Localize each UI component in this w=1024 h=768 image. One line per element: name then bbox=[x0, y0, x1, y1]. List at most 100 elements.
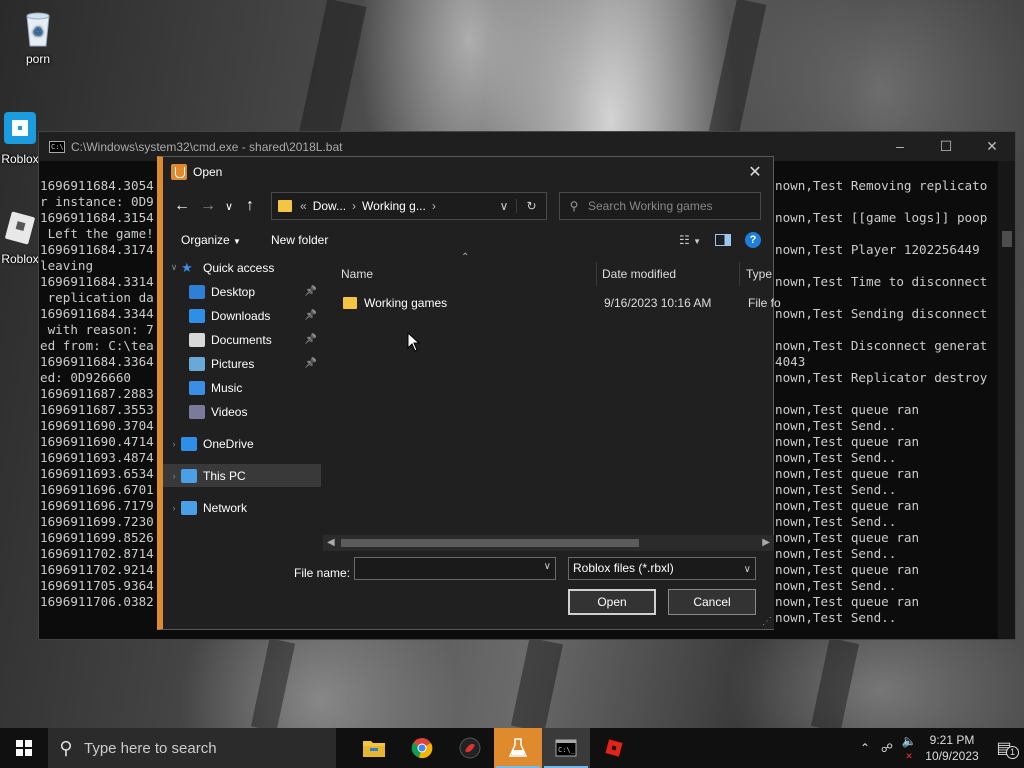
up-arrow-icon[interactable]: ↑ bbox=[237, 197, 263, 215]
expand-chevron-icon[interactable]: › bbox=[167, 471, 181, 481]
scroll-left-icon[interactable]: ◀ bbox=[327, 535, 335, 551]
app-s-icon[interactable] bbox=[446, 728, 494, 768]
scrollbar-thumb[interactable] bbox=[1002, 231, 1012, 247]
console-line: nown,Test Time to disconnect bbox=[775, 274, 988, 289]
console-line: 1696911696.6701 bbox=[40, 482, 154, 497]
minimize-button[interactable]: – bbox=[877, 138, 923, 155]
search-icon: ⚲ bbox=[59, 737, 73, 758]
search-box[interactable]: ⚲ Search Working games bbox=[559, 192, 761, 220]
overflow-chevron[interactable]: « bbox=[300, 199, 307, 213]
column-header-date[interactable]: Date modified bbox=[602, 256, 676, 292]
cmd-icon[interactable]: C:\_ bbox=[542, 728, 590, 768]
recent-locations-chevron-icon[interactable]: ∨ bbox=[221, 200, 237, 213]
cancel-button[interactable]: Cancel bbox=[668, 589, 756, 615]
nav-item-downloads[interactable]: Downloads 📌 bbox=[163, 304, 321, 327]
column-header-type[interactable]: Type bbox=[746, 256, 772, 292]
show-hidden-icons-chevron-icon[interactable]: ⌃ bbox=[854, 741, 876, 755]
column-separator[interactable] bbox=[596, 262, 597, 286]
notification-center-button[interactable]: ▤ 1 bbox=[984, 738, 1024, 759]
nav-item-quick-access[interactable]: ∨ ★ Quick access bbox=[163, 256, 321, 279]
dialog-close-button[interactable]: ✕ bbox=[737, 162, 773, 182]
nav-item-videos[interactable]: Videos bbox=[163, 400, 321, 423]
volume-muted-icon[interactable]: 🔈✕ bbox=[898, 734, 920, 762]
new-folder-button[interactable]: New folder bbox=[271, 233, 328, 247]
recycle-bin-icon: ♻ bbox=[18, 8, 58, 48]
console-line: 1696911684.3344 bbox=[40, 306, 154, 321]
roblox-studio-icon[interactable] bbox=[494, 728, 542, 768]
nav-item-onedrive[interactable]: › OneDrive bbox=[163, 432, 321, 455]
preview-pane-icon[interactable] bbox=[715, 234, 731, 246]
scroll-right-icon[interactable]: ▶ bbox=[762, 535, 770, 551]
file-explorer-icon[interactable] bbox=[350, 728, 398, 768]
expand-chevron-icon[interactable]: › bbox=[167, 503, 181, 513]
resize-grip-icon[interactable]: ⋰ bbox=[762, 616, 772, 627]
scrollbar-thumb[interactable] bbox=[341, 539, 639, 547]
nav-item-music[interactable]: Music bbox=[163, 376, 321, 399]
open-dialog[interactable]: Open ✕ ← → ∨ ↑ « Dow... › Working g... ›… bbox=[157, 156, 781, 630]
windows-logo-icon bbox=[16, 740, 32, 756]
expand-chevron-icon[interactable]: ∨ bbox=[167, 262, 181, 273]
file-name: Working games bbox=[364, 296, 448, 310]
folder-icon bbox=[343, 297, 357, 309]
help-icon[interactable]: ? bbox=[745, 232, 761, 248]
nav-item-label: Desktop bbox=[211, 284, 256, 299]
roblox-icon[interactable] bbox=[590, 728, 638, 768]
pin-icon: 📌 bbox=[304, 358, 317, 369]
nav-item-documents[interactable]: Documents 📌 bbox=[163, 328, 321, 351]
console-line: with reason: 7 bbox=[40, 322, 154, 337]
chevron-down-icon[interactable]: ∨ bbox=[544, 561, 551, 572]
network-icon[interactable]: ☍ bbox=[876, 741, 898, 755]
console-line: 1696911706.0382 bbox=[40, 594, 154, 609]
nav-item-label: Documents bbox=[211, 332, 272, 347]
nav-item-pictures[interactable]: Pictures 📌 bbox=[163, 352, 321, 375]
forward-arrow-icon[interactable]: → bbox=[195, 197, 221, 215]
chrome-icon[interactable] bbox=[398, 728, 446, 768]
nav-item-label: Downloads bbox=[211, 308, 271, 323]
dialog-titlebar[interactable]: Open ✕ bbox=[163, 157, 773, 187]
open-button[interactable]: Open bbox=[568, 589, 656, 615]
file-type-filter[interactable]: Roblox files (*.rbxl) ∨ bbox=[568, 557, 756, 580]
refresh-icon[interactable]: ↻ bbox=[516, 199, 546, 213]
column-separator[interactable] bbox=[739, 262, 740, 286]
nav-item-label: Pictures bbox=[211, 356, 255, 371]
notification-count: 1 bbox=[1006, 746, 1019, 759]
console-line: nown,Test Send.. bbox=[775, 546, 897, 561]
dialog-footer: File name: ∨ Roblox files (*.rbxl) ∨ Ope… bbox=[163, 551, 774, 629]
horizontal-scrollbar[interactable]: ◀ ▶ bbox=[323, 535, 774, 551]
file-date: 9/16/2023 10:16 AM bbox=[604, 296, 712, 310]
breadcrumb-working-games[interactable]: Working g... bbox=[362, 199, 426, 213]
maximize-button[interactable]: ☐ bbox=[923, 138, 969, 155]
download-icon bbox=[189, 308, 205, 323]
console-line: nown,Test Removing replicato bbox=[775, 178, 988, 193]
cmd-scrollbar[interactable] bbox=[998, 161, 1015, 639]
nav-item-this-pc[interactable]: › This PC bbox=[163, 464, 321, 487]
chevron-down-icon: ▼ bbox=[233, 237, 241, 246]
expand-chevron-icon[interactable]: › bbox=[167, 439, 181, 449]
address-dropdown-icon[interactable]: ∨ bbox=[492, 199, 516, 213]
console-line: nown,Test Sending disconnect bbox=[775, 306, 988, 321]
nav-item-network[interactable]: › Network bbox=[163, 496, 321, 519]
file-name-input[interactable]: ∨ bbox=[354, 557, 556, 580]
console-line: 1696911690.4714 bbox=[40, 434, 154, 449]
organize-button[interactable]: Organize ▼ bbox=[181, 233, 241, 247]
close-button[interactable]: ✕ bbox=[969, 138, 1015, 155]
desktop-icon-recycle-bin[interactable]: ♻ porn bbox=[8, 8, 68, 66]
address-bar[interactable]: « Dow... › Working g... › ∨ ↻ bbox=[271, 192, 547, 220]
navigation-pane[interactable]: ∨ ★ Quick access Desktop 📌 Downloads 📌 Document… bbox=[163, 256, 323, 551]
console-line: nown,Test queue ran bbox=[775, 594, 920, 609]
cmd-icon: C:\ bbox=[49, 140, 65, 153]
clock[interactable]: 9:21 PM 10/9/2023 bbox=[920, 732, 984, 764]
console-line: nown,Test queue ran bbox=[775, 402, 920, 417]
file-list[interactable]: ⌃ Name Date modified Type Working games … bbox=[323, 252, 781, 551]
column-header-name[interactable]: Name bbox=[341, 256, 373, 292]
console-line: nown,Test Player 1202256449 bbox=[775, 242, 980, 257]
taskbar-search-box[interactable]: ⚲ Type here to search bbox=[48, 728, 336, 768]
back-arrow-icon[interactable]: ← bbox=[169, 197, 195, 215]
console-line: nown,Test Disconnect generat bbox=[775, 338, 988, 353]
taskbar: ⚲ Type here to search C:\_ ⌃ ☍ 🔈✕ 9:21 P… bbox=[0, 728, 1024, 768]
breadcrumb-downloads[interactable]: Dow... bbox=[313, 199, 346, 213]
start-button[interactable] bbox=[0, 728, 48, 768]
view-options-button[interactable]: ☷ ▼ bbox=[679, 233, 701, 247]
nav-item-desktop[interactable]: Desktop 📌 bbox=[163, 280, 321, 303]
file-row[interactable]: Working games 9/16/2023 10:16 AM File fo bbox=[343, 292, 783, 314]
